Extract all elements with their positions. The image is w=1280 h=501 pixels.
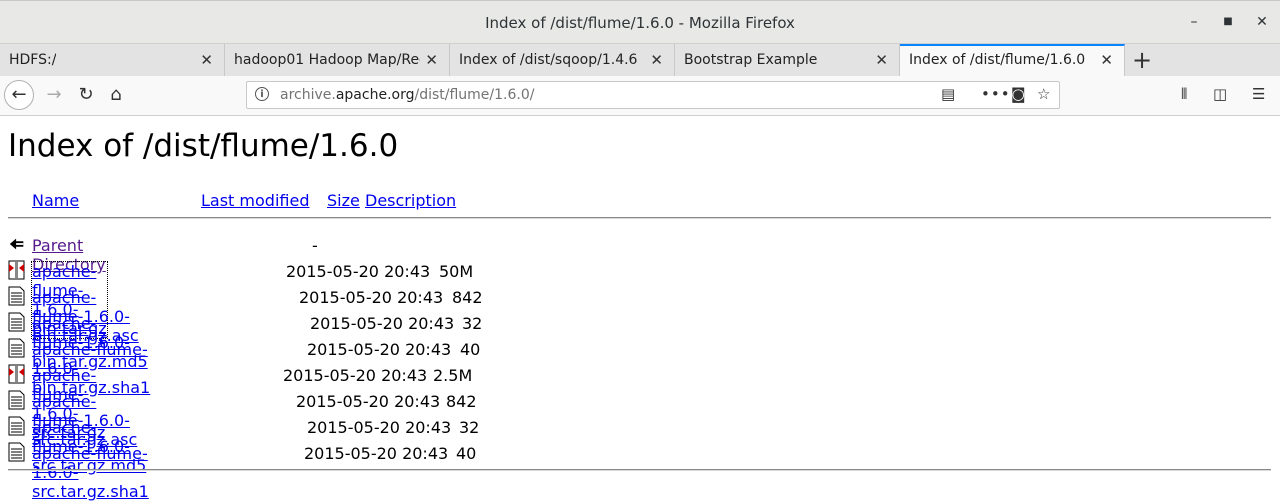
back-arrow-icon (9, 238, 24, 250)
library-icon[interactable]: ⫴ (1181, 85, 1187, 103)
page-content: Index of /dist/flume/1.6.0 Name Last mod… (0, 116, 1280, 501)
column-last-modified-link[interactable]: Last modified (201, 191, 309, 210)
tab-bootstrap[interactable]: Bootstrap Example ✕ (675, 44, 900, 76)
navigation-toolbar: ← → ↻ ⌂ i archive.apache.org/dist/flume/… (0, 76, 1280, 116)
new-tab-button[interactable]: + (1128, 46, 1156, 74)
close-tab-icon[interactable]: ✕ (1100, 51, 1113, 69)
back-button[interactable]: ← (4, 80, 34, 110)
tab-sqoop[interactable]: Index of /dist/sqoop/1.4.6 ✕ (450, 44, 675, 76)
tab-label: Index of /dist/flume/1.6.0 (909, 52, 1086, 68)
file-link[interactable]: apache-flume-1.6.0-src.tar.gz.sha1 (32, 444, 149, 501)
url-path: /dist/flume/1.6.0/ (414, 87, 535, 103)
file-size: 50M (439, 262, 474, 281)
archive-icon (8, 364, 25, 384)
close-tab-icon[interactable]: ✕ (200, 51, 213, 69)
tab-label: Bootstrap Example (684, 52, 818, 68)
archive-icon (8, 260, 25, 280)
last-modified: 2015-05-20 20:43 (299, 288, 444, 307)
text-file-icon (8, 338, 25, 358)
tab-flume[interactable]: Index of /dist/flume/1.6.0 ✕ (900, 44, 1125, 76)
column-size-link[interactable]: Size (327, 191, 360, 210)
last-modified: 2015-05-20 20:43 (310, 314, 455, 333)
minimize-icon[interactable]: – (1182, 10, 1206, 34)
last-modified: 2015-05-20 20:43 (296, 392, 441, 411)
page-actions-icon[interactable]: ••• (981, 85, 1011, 103)
file-size: 842 (446, 392, 477, 411)
tab-hadoop[interactable]: hadoop01 Hadoop Map/Redu ✕ (225, 44, 450, 76)
last-modified: 2015-05-20 20:43 (307, 418, 452, 437)
text-file-icon (8, 286, 25, 306)
column-name-link[interactable]: Name (32, 191, 79, 210)
last-modified: 2015-05-20 20:43 (307, 340, 452, 359)
divider (8, 469, 1271, 471)
bookmark-star-icon[interactable]: ☆ (1037, 85, 1050, 103)
forward-button[interactable]: → (42, 82, 66, 108)
menu-icon[interactable]: ☰ (1252, 85, 1265, 103)
file-size: 32 (462, 314, 483, 333)
column-description-link[interactable]: Description (365, 191, 456, 210)
file-size: 2.5M (433, 366, 473, 385)
file-size: 842 (452, 288, 483, 307)
page-title: Index of /dist/flume/1.6.0 (8, 128, 399, 164)
last-modified: 2015-05-20 20:43 (286, 262, 431, 281)
close-window-icon[interactable]: ✕ (1250, 10, 1274, 34)
tab-label: HDFS:/ (9, 52, 57, 68)
tab-strip: HDFS:/ ✕ hadoop01 Hadoop Map/Redu ✕ Inde… (0, 44, 1280, 76)
text-file-icon (8, 416, 25, 436)
file-size: 40 (456, 444, 477, 463)
url-domain: apache.org (335, 87, 415, 103)
file-size: 32 (459, 418, 480, 437)
last-modified: 2015-05-20 20:43 (304, 444, 449, 463)
tab-label: Index of /dist/sqoop/1.4.6 (459, 52, 638, 68)
url-bar[interactable]: i archive.apache.org/dist/flume/1.6.0/ ▤… (246, 81, 1060, 109)
close-tab-icon[interactable]: ✕ (875, 51, 888, 69)
tab-label: hadoop01 Hadoop Map/Redu (234, 52, 420, 68)
close-tab-icon[interactable]: ✕ (425, 51, 438, 69)
last-modified: 2015-05-20 20:43 (283, 366, 428, 385)
window-title: Index of /dist/flume/1.6.0 - Mozilla Fir… (485, 14, 795, 32)
url-domain-prefix: archive. (280, 87, 336, 103)
text-file-icon (8, 312, 25, 332)
tab-hdfs[interactable]: HDFS:/ ✕ (0, 44, 225, 76)
sidebar-icon[interactable]: ◫ (1213, 85, 1227, 103)
parent-size: - (312, 236, 318, 255)
reader-view-icon[interactable]: ▤ (941, 85, 955, 103)
text-file-icon (8, 442, 25, 462)
divider (8, 217, 1271, 219)
home-button[interactable]: ⌂ (104, 82, 128, 108)
pocket-icon[interactable]: ◙ (1011, 85, 1026, 103)
file-size: 40 (460, 340, 481, 359)
site-info-icon[interactable]: i (255, 87, 269, 101)
maximize-icon[interactable]: ■ (1216, 10, 1240, 34)
url-text[interactable]: archive.apache.org/dist/flume/1.6.0/ (280, 87, 534, 103)
close-tab-icon[interactable]: ✕ (650, 51, 663, 69)
text-file-icon (8, 390, 25, 410)
window-titlebar: Index of /dist/flume/1.6.0 - Mozilla Fir… (0, 0, 1280, 44)
reload-button[interactable]: ↻ (74, 82, 98, 108)
